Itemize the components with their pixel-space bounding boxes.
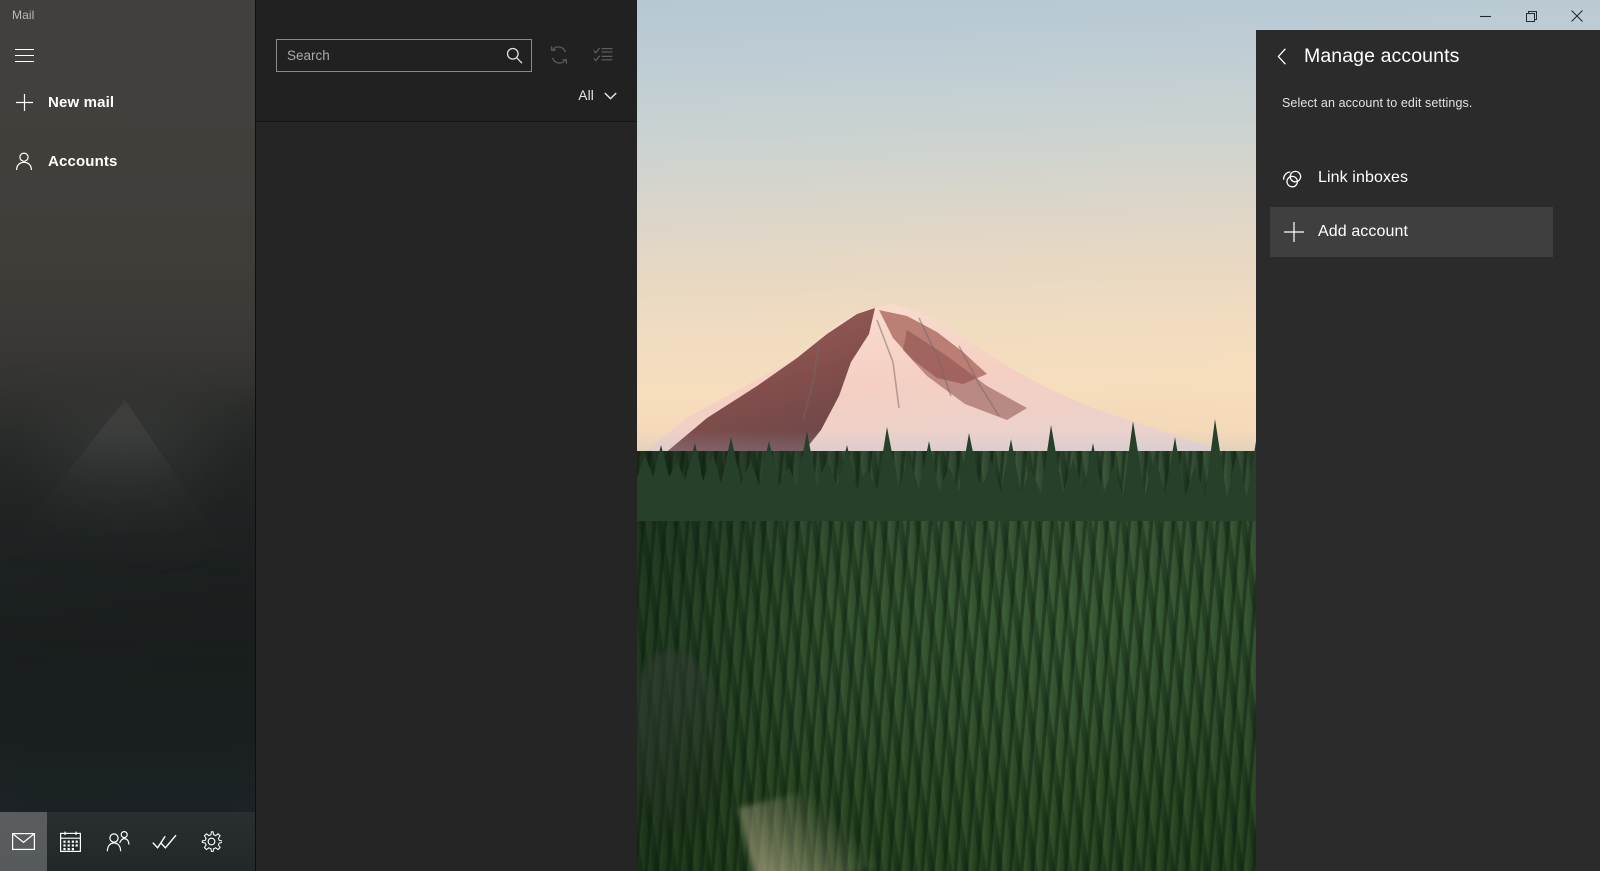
add-account-row[interactable]: Add account bbox=[1270, 207, 1553, 257]
manage-accounts-panel: Manage accounts Select an account to edi… bbox=[1256, 30, 1600, 871]
filter-label: All bbox=[578, 88, 594, 103]
message-list-pane: All bbox=[255, 0, 637, 871]
manage-accounts-header: Manage accounts bbox=[1256, 30, 1459, 82]
message-list-header: All bbox=[256, 0, 637, 122]
link-inboxes-row[interactable]: Link inboxes bbox=[1270, 153, 1553, 203]
panel-description: Select an account to edit settings. bbox=[1282, 96, 1473, 110]
checklist-icon[interactable] bbox=[586, 38, 620, 72]
bottom-bar-todo[interactable] bbox=[141, 812, 188, 871]
hamburger-icon[interactable] bbox=[0, 33, 48, 77]
sidebar-item-accounts[interactable]: Accounts bbox=[0, 139, 255, 183]
close-icon[interactable] bbox=[1554, 0, 1600, 32]
row-label: Link inboxes bbox=[1318, 169, 1409, 186]
row-label: Add account bbox=[1318, 223, 1409, 240]
search-box[interactable] bbox=[276, 38, 532, 72]
panel-title: Manage accounts bbox=[1304, 44, 1460, 67]
sidebar-item-label: Accounts bbox=[48, 152, 118, 170]
sidebar-tint-overlay bbox=[0, 0, 255, 871]
bottom-bar-mail[interactable] bbox=[0, 812, 47, 871]
bottom-bar-calendar[interactable] bbox=[47, 812, 94, 871]
bottom-bar-people[interactable] bbox=[94, 812, 141, 871]
minimize-icon[interactable] bbox=[1462, 0, 1508, 32]
sync-icon[interactable] bbox=[542, 38, 576, 72]
sidebar: Mail New mail Accounts bbox=[0, 0, 255, 871]
message-list-body[interactable] bbox=[256, 122, 637, 871]
search-input[interactable] bbox=[277, 39, 531, 71]
search-row bbox=[276, 38, 620, 72]
sidebar-item-new-mail[interactable]: New mail bbox=[0, 80, 255, 124]
sidebar-bottom-bar bbox=[0, 812, 255, 871]
sidebar-item-label: New mail bbox=[48, 93, 115, 111]
mail-app-window: Mail New mail Accounts Search All Manage… bbox=[0, 0, 1600, 871]
plus-icon bbox=[1270, 221, 1318, 243]
window-controls bbox=[1462, 0, 1600, 32]
plus-icon bbox=[0, 93, 48, 112]
filter-dropdown[interactable]: All bbox=[578, 88, 617, 103]
search-icon[interactable] bbox=[503, 44, 525, 66]
chevron-left-icon[interactable] bbox=[1262, 36, 1302, 76]
gear-icon[interactable] bbox=[188, 812, 235, 871]
restore-icon[interactable] bbox=[1508, 0, 1554, 32]
link-icon bbox=[1270, 168, 1318, 188]
person-icon bbox=[0, 151, 48, 171]
app-title: Mail bbox=[12, 8, 35, 22]
chevron-down-icon bbox=[604, 92, 617, 100]
